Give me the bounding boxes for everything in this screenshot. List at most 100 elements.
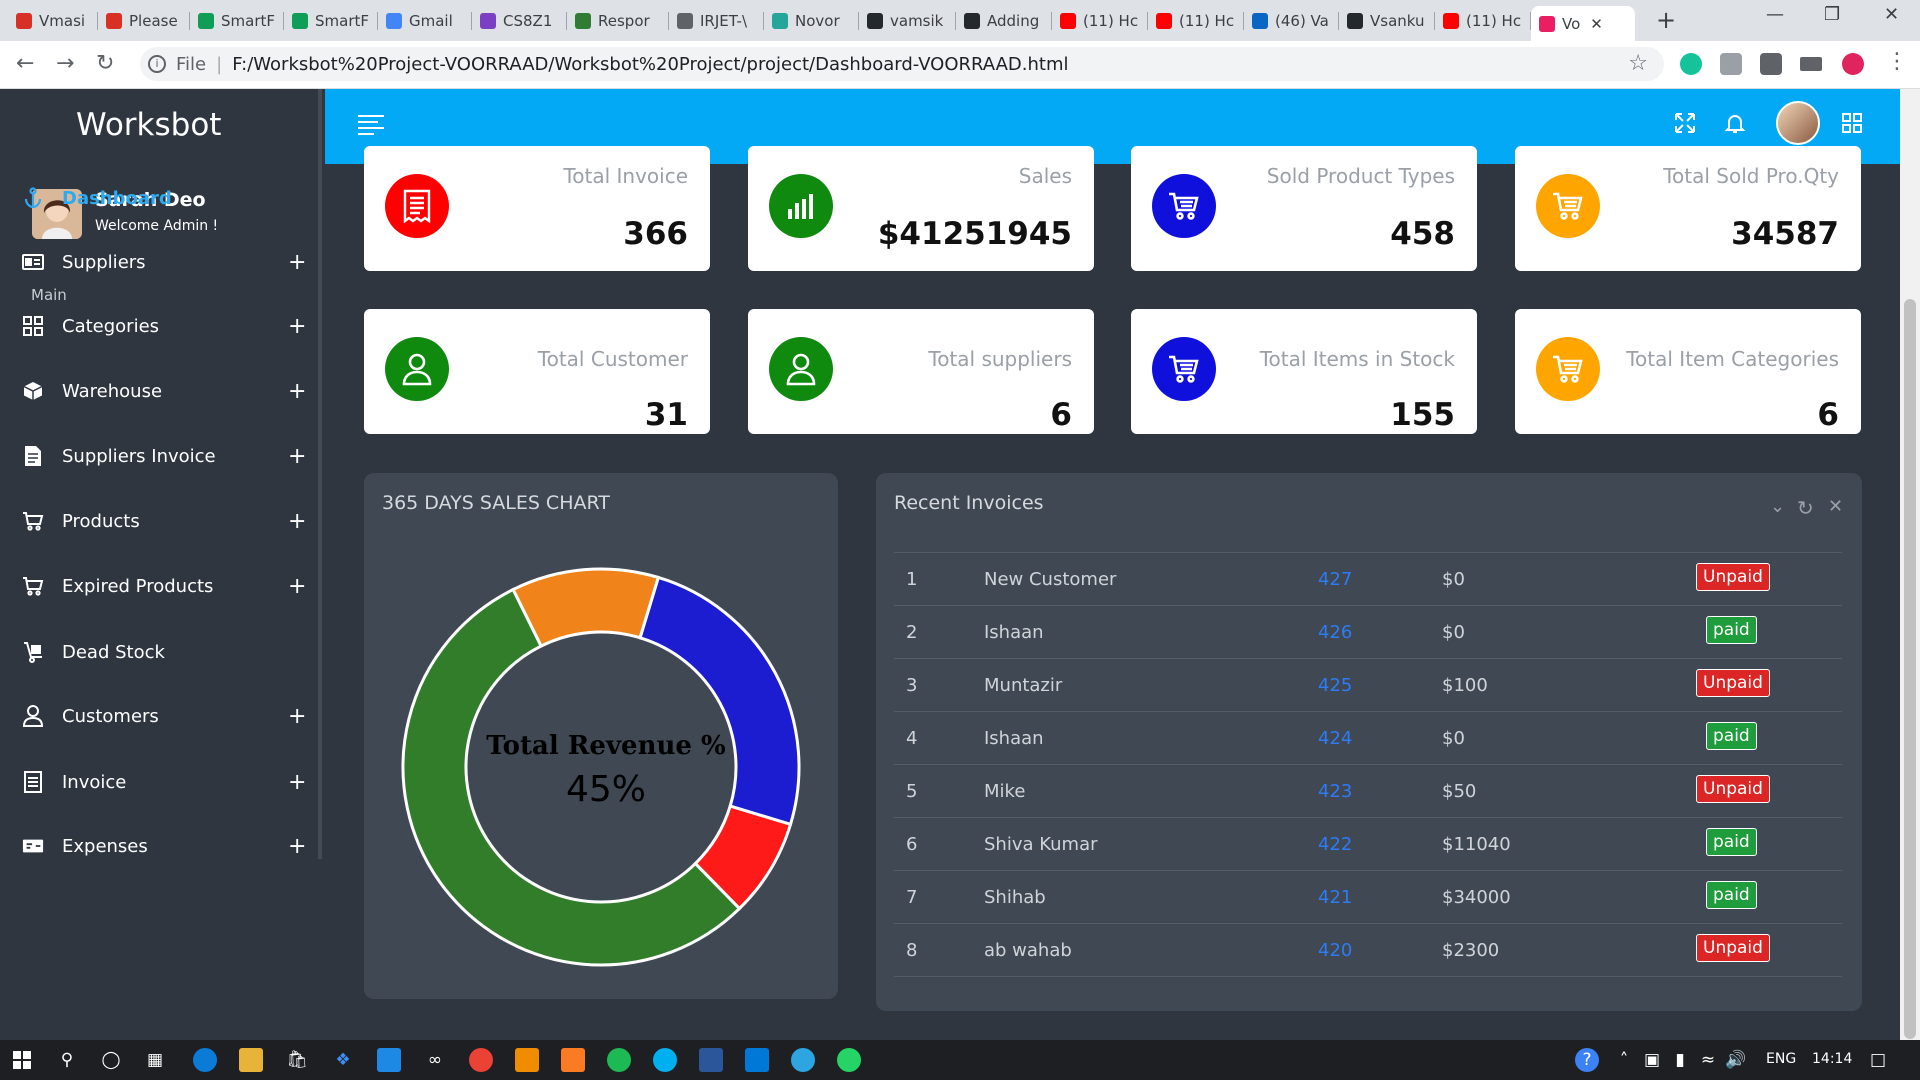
apps-grid-icon[interactable] xyxy=(1840,111,1864,141)
invoice-link[interactable]: 420 xyxy=(1318,940,1352,961)
dropbox-icon[interactable]: ❖ xyxy=(331,1048,355,1072)
volume-icon[interactable]: 🔊 xyxy=(1724,1048,1748,1072)
scrollbar-thumb[interactable] xyxy=(1904,299,1916,1039)
reload-icon[interactable]: ↻ xyxy=(96,51,114,76)
windows-start-icon[interactable] xyxy=(10,1048,34,1072)
browser-tab[interactable]: Gmail xyxy=(378,6,472,35)
skype-icon[interactable] xyxy=(653,1048,677,1072)
sidebar-item-products[interactable]: Products + xyxy=(0,501,318,541)
browser-menu-icon[interactable]: ⋮ xyxy=(1886,49,1908,74)
refresh-icon[interactable]: ↻ xyxy=(1797,496,1814,520)
search-icon[interactable]: ⚲ xyxy=(55,1048,79,1072)
invoice-link[interactable]: 427 xyxy=(1318,569,1352,590)
stat-card-sales[interactable]: Sales $41251945 xyxy=(748,146,1094,271)
stat-card-total-sold-pro-qty[interactable]: Total Sold Pro.Qty 34587 xyxy=(1515,146,1861,271)
mail-icon[interactable] xyxy=(377,1048,401,1072)
browser-tab[interactable]: Respor xyxy=(567,6,669,35)
url-field[interactable]: i File | F:/Worksbot%20Project-VOORRAAD/… xyxy=(140,47,1664,81)
browser-tab[interactable]: SmartF xyxy=(190,6,284,35)
info-icon[interactable]: i xyxy=(148,55,166,73)
browser-tab[interactable]: (11) Hc xyxy=(1052,6,1148,35)
fullscreen-icon[interactable] xyxy=(1673,111,1697,141)
chrome-icon[interactable] xyxy=(469,1048,493,1072)
browser-tab[interactable]: Adding xyxy=(956,6,1052,35)
expand-plus-icon[interactable]: + xyxy=(288,834,306,859)
sidebar-item-customers[interactable]: Customers + xyxy=(0,696,318,736)
whatsapp-icon[interactable] xyxy=(837,1048,861,1072)
vscode-icon[interactable] xyxy=(745,1048,769,1072)
browser-tab[interactable]: CS8Z1 xyxy=(472,6,567,35)
maximize-button[interactable]: ❐ xyxy=(1824,4,1840,25)
edge-icon[interactable] xyxy=(193,1048,217,1072)
wifi-icon[interactable]: ≈ xyxy=(1696,1048,1720,1072)
store-icon[interactable]: 🛍 xyxy=(285,1048,309,1072)
new-tab-button[interactable]: + xyxy=(1656,6,1676,34)
notification-center-icon[interactable]: □ xyxy=(1866,1048,1890,1072)
xampp-icon[interactable] xyxy=(561,1048,585,1072)
browser-tab[interactable]: Novor xyxy=(764,6,859,35)
invoice-link[interactable]: 423 xyxy=(1318,781,1352,802)
playlist-icon[interactable] xyxy=(1800,57,1822,71)
invoice-row[interactable]: 7 Shihab 421 $34000 paid xyxy=(894,870,1842,923)
notification-bell-icon[interactable] xyxy=(1723,111,1747,141)
sidebar-item-expenses[interactable]: Expenses + xyxy=(0,826,318,866)
expand-plus-icon[interactable]: + xyxy=(288,379,306,404)
invoice-row[interactable]: 5 Mike 423 $50 Unpaid xyxy=(894,764,1842,817)
browser-tab[interactable]: SmartF xyxy=(284,6,378,35)
browser-tab[interactable]: (11) Hc xyxy=(1435,6,1531,35)
forward-icon[interactable]: → xyxy=(56,51,74,76)
minimize-button[interactable]: — xyxy=(1766,4,1784,25)
sidebar-item-invoice[interactable]: Invoice + xyxy=(0,762,318,802)
invoice-link[interactable]: 426 xyxy=(1318,622,1352,643)
battery-icon[interactable]: ▮ xyxy=(1668,1048,1692,1072)
task-view-icon[interactable]: ▦ xyxy=(143,1048,167,1072)
telegram-icon[interactable] xyxy=(791,1048,815,1072)
stat-card-total-item-categories[interactable]: Total Item Categories 6 xyxy=(1515,309,1861,434)
invoice-row[interactable]: 8 ab wahab 420 $2300 Unpaid xyxy=(894,923,1842,976)
sidebar-item-categories[interactable]: Categories + xyxy=(0,306,318,346)
sidebar-item-warehouse[interactable]: Warehouse + xyxy=(0,371,318,411)
infinity-icon[interactable]: ∞ xyxy=(423,1048,447,1072)
sidebar-scrollbar[interactable] xyxy=(318,89,322,859)
hamburger-menu-icon[interactable] xyxy=(358,115,384,135)
close-panel-icon[interactable]: ✕ xyxy=(1828,496,1843,517)
language-indicator[interactable]: ENG xyxy=(1766,1051,1796,1067)
browser-tab[interactable]: IRJET-\ xyxy=(669,6,764,35)
bookmark-star-icon[interactable]: ☆ xyxy=(1628,51,1648,76)
invoice-row[interactable]: 2 Ishaan 426 $0 paid xyxy=(894,605,1842,658)
sidebar-item-suppliers-invoice[interactable]: Suppliers Invoice + xyxy=(0,436,318,476)
expand-plus-icon[interactable]: + xyxy=(288,770,306,795)
expand-plus-icon[interactable]: + xyxy=(288,574,306,599)
stat-card-sold-product-types[interactable]: Sold Product Types 458 xyxy=(1131,146,1477,271)
word-icon[interactable] xyxy=(699,1048,723,1072)
sublime-icon[interactable] xyxy=(515,1048,539,1072)
invoice-link[interactable]: 424 xyxy=(1318,728,1352,749)
close-window-button[interactable]: ✕ xyxy=(1884,4,1899,25)
clock[interactable]: 14:14 xyxy=(1812,1051,1852,1067)
sidebar-item-dashboard[interactable]: Dashboard xyxy=(0,178,318,218)
file-explorer-icon[interactable] xyxy=(239,1048,263,1072)
expand-plus-icon[interactable]: + xyxy=(288,444,306,469)
browser-tab[interactable]: Vmasi xyxy=(8,6,98,35)
sidebar-item-suppliers[interactable]: Suppliers + xyxy=(0,242,318,282)
expand-plus-icon[interactable]: + xyxy=(288,509,306,534)
invoice-link[interactable]: 421 xyxy=(1318,887,1352,908)
close-tab-icon[interactable]: ✕ xyxy=(1590,15,1603,33)
browser-tab[interactable]: Vo ✕ xyxy=(1531,6,1635,41)
browser-tab[interactable]: vamsik xyxy=(859,6,956,35)
invoice-row[interactable]: 3 Muntazir 425 $100 Unpaid xyxy=(894,658,1842,711)
shield-extension-icon[interactable] xyxy=(1720,53,1742,75)
url-text[interactable]: F:/Worksbot%20Project-VOORRAAD/Worksbot%… xyxy=(232,54,1068,75)
browser-tab[interactable]: Vsanku xyxy=(1339,6,1435,35)
grammarly-extension-icon[interactable] xyxy=(1680,53,1702,75)
help-icon[interactable]: ? xyxy=(1575,1048,1599,1072)
browser-tab[interactable]: (46) Va xyxy=(1244,6,1339,35)
back-icon[interactable]: ← xyxy=(16,51,34,76)
invoice-link[interactable]: 422 xyxy=(1318,834,1352,855)
stat-card-total-suppliers[interactable]: Total suppliers 6 xyxy=(748,309,1094,434)
invoice-row[interactable]: 4 Ishaan 424 $0 paid xyxy=(894,711,1842,764)
user-avatar[interactable] xyxy=(1776,101,1820,145)
stat-card-total-invoice[interactable]: Total Invoice 366 xyxy=(364,146,710,271)
collapse-icon[interactable]: ⌄ xyxy=(1770,496,1785,517)
profile-heart-icon[interactable] xyxy=(1842,53,1864,75)
